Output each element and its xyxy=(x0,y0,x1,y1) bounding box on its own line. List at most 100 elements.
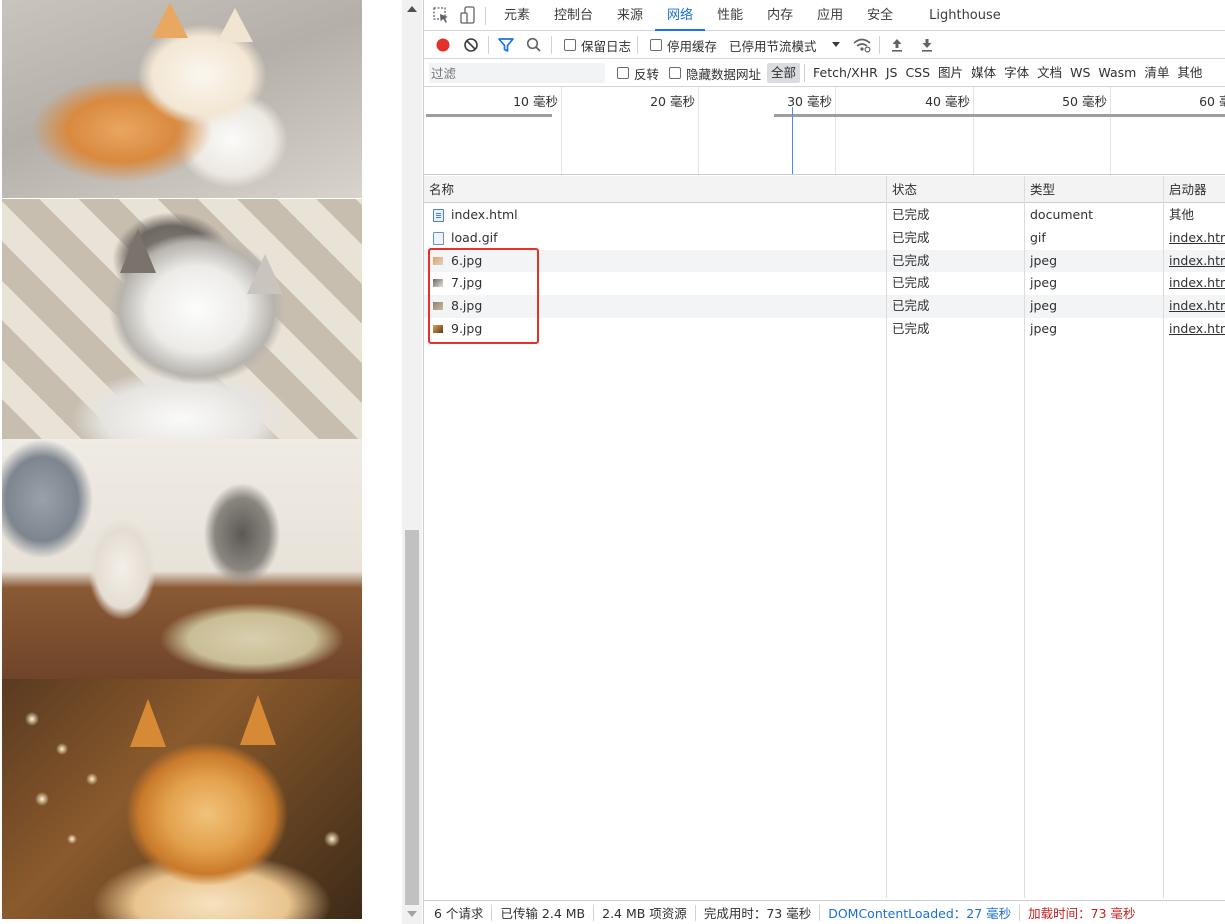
export-har-icon[interactable] xyxy=(916,34,938,56)
timeline-request-bar xyxy=(774,114,1225,117)
filter-type-font[interactable]: 字体 xyxy=(1000,63,1033,83)
filter-type-img[interactable]: 图片 xyxy=(934,63,967,83)
record-icon[interactable] xyxy=(432,34,454,56)
request-initiator-link[interactable]: index.htm xyxy=(1164,250,1225,273)
request-type: document xyxy=(1030,207,1094,222)
separator xyxy=(551,36,552,54)
scroll-up-arrow-icon[interactable] xyxy=(407,6,417,12)
checkbox-box[interactable] xyxy=(650,39,663,51)
request-initiator-link[interactable]: index.htm xyxy=(1164,272,1225,295)
scrollbar-thumb[interactable] xyxy=(405,530,419,905)
filter-type-other[interactable]: 其他 xyxy=(1173,63,1206,83)
preserve-log-checkbox[interactable]: 保留日志 xyxy=(564,36,631,55)
tab-lighthouse[interactable]: Lighthouse xyxy=(905,0,1013,31)
column-divider[interactable] xyxy=(1163,176,1164,898)
column-header-initiator[interactable]: 启动器 xyxy=(1164,176,1207,203)
request-initiator: 其他 xyxy=(1169,207,1195,222)
filter-type-css[interactable]: CSS xyxy=(901,63,934,83)
cat-ear xyxy=(130,699,166,747)
hide-data-urls-label: 隐藏数据网址 xyxy=(686,66,762,82)
inspect-element-icon[interactable] xyxy=(431,5,453,27)
cat-photo-4 xyxy=(2,679,362,919)
chevron-down-icon[interactable] xyxy=(825,34,847,56)
dom-content-loaded-marker xyxy=(792,107,793,174)
column-divider[interactable] xyxy=(886,176,887,898)
throttling-select[interactable]: 已停用节流模式 xyxy=(729,36,817,55)
filter-type-manifest[interactable]: 清单 xyxy=(1140,63,1173,83)
column-header-status[interactable]: 状态 xyxy=(887,176,917,203)
filter-icon[interactable] xyxy=(495,34,517,56)
request-initiator-link[interactable]: index.htm xyxy=(1164,318,1225,341)
cat-ear xyxy=(217,8,253,42)
checkbox-box[interactable] xyxy=(564,39,576,51)
filter-type-doc[interactable]: 文档 xyxy=(1033,63,1066,83)
invert-checkbox[interactable]: 反转 xyxy=(617,64,659,83)
dom-content-loaded-time: DOMContentLoaded：27 毫秒 xyxy=(828,906,1012,921)
clear-icon[interactable] xyxy=(460,34,482,56)
device-toolbar-icon[interactable] xyxy=(457,5,479,27)
scroll-down-arrow-icon[interactable] xyxy=(407,911,417,917)
network-request-table: 名称 状态 类型 启动器 index.html 已完成 document 其他 … xyxy=(424,176,1225,898)
tab-performance[interactable]: 性能 xyxy=(705,0,755,31)
filter-type-js[interactable]: JS xyxy=(882,63,902,83)
timeline-tick-label: 40 毫秒 xyxy=(925,94,970,109)
request-initiator-link[interactable]: index.htm xyxy=(1164,295,1225,318)
hide-data-urls-checkbox[interactable]: 隐藏数据网址 xyxy=(669,64,761,83)
separator xyxy=(878,36,880,54)
request-status: 已完成 xyxy=(892,207,930,222)
filter-type-ws[interactable]: WS xyxy=(1066,63,1094,83)
request-initiator-link[interactable]: index.htm xyxy=(1164,227,1225,250)
timeline-gridline xyxy=(698,87,699,174)
column-divider[interactable] xyxy=(1024,176,1025,898)
import-har-icon[interactable] xyxy=(886,34,908,56)
table-row[interactable]: 7.jpg 已完成 jpeg index.htm xyxy=(424,272,1225,295)
checkbox-box[interactable] xyxy=(669,67,682,79)
disable-cache-checkbox[interactable]: 停用缓存 xyxy=(650,36,717,55)
timeline-tick-label: 30 毫秒 xyxy=(787,94,832,109)
request-status: 已完成 xyxy=(892,275,930,291)
network-conditions-icon[interactable] xyxy=(851,34,873,56)
checkbox-box[interactable] xyxy=(617,67,629,79)
separator xyxy=(488,36,489,54)
timeline-tick-label: 60 毫秒 xyxy=(1199,94,1225,109)
request-name[interactable]: load.gif xyxy=(446,227,498,250)
table-row[interactable]: index.html 已完成 document 其他 xyxy=(424,204,1225,227)
request-name[interactable]: index.html xyxy=(446,204,518,227)
cat-photo-3 xyxy=(2,439,362,679)
timeline-tick-label: 20 毫秒 xyxy=(650,94,695,109)
search-icon[interactable] xyxy=(523,34,545,56)
tab-sources[interactable]: 来源 xyxy=(605,0,655,31)
document-icon xyxy=(433,209,444,222)
column-header-name[interactable]: 名称 xyxy=(424,176,454,203)
table-row[interactable]: 9.jpg 已完成 jpeg index.htm xyxy=(424,318,1225,341)
page-scrollbar[interactable] xyxy=(402,0,422,924)
filter-input[interactable] xyxy=(429,63,605,83)
request-type: jpeg xyxy=(1030,298,1058,314)
network-overview-timeline[interactable]: 10 毫秒 20 毫秒 30 毫秒 40 毫秒 50 毫秒 60 毫秒 xyxy=(424,87,1225,175)
table-row[interactable]: load.gif 已完成 gif index.htm xyxy=(424,227,1225,250)
cat-photo-1 xyxy=(2,0,362,198)
request-type: jpeg xyxy=(1030,252,1058,268)
filter-type-all[interactable]: 全部 xyxy=(767,63,801,83)
tab-security[interactable]: 安全 xyxy=(855,0,905,31)
tab-application[interactable]: 应用 xyxy=(805,0,855,31)
tab-network[interactable]: 网络 xyxy=(655,0,706,31)
tab-console[interactable]: 控制台 xyxy=(542,0,605,31)
column-header-type[interactable]: 类型 xyxy=(1025,176,1055,203)
network-filter-bar: 反转 隐藏数据网址 全部 Fetch/XHR JS CSS 图片 媒体 字体 文… xyxy=(424,59,1225,87)
timeline-gridline xyxy=(561,87,562,174)
table-row[interactable]: 8.jpg 已完成 jpeg index.htm xyxy=(424,295,1225,318)
filter-type-wasm[interactable]: Wasm xyxy=(1094,63,1140,83)
separator xyxy=(485,6,486,25)
tab-memory[interactable]: 内存 xyxy=(755,0,805,31)
table-row[interactable]: 6.jpg 已完成 jpeg index.htm xyxy=(424,249,1225,273)
tab-elements[interactable]: 元素 xyxy=(492,0,542,31)
separator xyxy=(819,904,821,921)
request-status: 已完成 xyxy=(892,298,930,314)
cat-ear xyxy=(152,2,188,38)
cat-ear xyxy=(120,229,156,273)
filter-type-fetch-xhr[interactable]: Fetch/XHR xyxy=(809,63,882,83)
highlight-annotation-box xyxy=(428,248,539,344)
filter-type-media[interactable]: 媒体 xyxy=(967,63,1000,83)
cat-ear xyxy=(247,254,283,294)
